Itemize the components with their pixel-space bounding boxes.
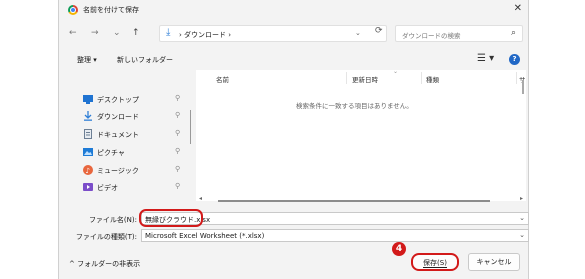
column-header-type[interactable]: 種類: [426, 74, 439, 84]
refresh-icon[interactable]: ⟳: [375, 26, 383, 36]
scroll-left-arrow-icon[interactable]: ◂: [199, 195, 202, 202]
dialog-footer: ^ フォルダーの非表示 保存(S) キャンセル: [59, 248, 528, 279]
desktop-icon: [83, 94, 93, 104]
column-divider[interactable]: [421, 72, 422, 84]
save-as-dialog: 名前を付けて保存 ✕ ← → ⌄ ↑ ⤓ › ダウンロード › ⌄ ⟳ ダウンロ…: [58, 0, 529, 279]
pane-splitter[interactable]: [190, 110, 191, 144]
back-arrow-icon[interactable]: ←: [69, 28, 77, 38]
new-folder-button[interactable]: 新しいフォルダー: [117, 55, 173, 65]
close-icon[interactable]: ✕: [514, 3, 522, 14]
sidebar-item-label: ピクチャ: [97, 149, 125, 157]
filetype-row: ファイルの種類(T): Microsoft Excel Worksheet (*…: [59, 229, 529, 243]
cancel-button[interactable]: キャンセル: [468, 253, 520, 271]
navigation-pane: デスクトップ ⚲ ダウンロード ⚲ ドキュメント ⚲ ピクチャ ⚲ ♪ ミュージ…: [59, 70, 193, 202]
pin-icon: ⚲: [175, 147, 181, 155]
breadcrumb-separator-end: ›: [228, 31, 232, 39]
pin-icon: ⚲: [175, 129, 181, 137]
organize-button[interactable]: 整理 ▾: [77, 55, 97, 65]
sidebar-item-downloads[interactable]: ダウンロード ⚲: [83, 110, 188, 124]
up-arrow-icon[interactable]: ↑: [132, 28, 140, 38]
sidebar-item-label: デスクトップ: [97, 96, 139, 104]
sidebar-item-label: ミュージック: [97, 167, 139, 175]
pin-icon: ⚲: [175, 94, 181, 102]
sidebar-item-desktop[interactable]: デスクトップ ⚲: [83, 93, 188, 107]
pin-icon: ⚲: [175, 182, 181, 190]
sidebar-item-music[interactable]: ♪ ミュージック ⚲: [83, 164, 188, 178]
search-icon: ⌕: [510, 28, 516, 38]
hide-folders-toggle[interactable]: ^ フォルダーの非表示: [69, 259, 140, 269]
download-icon: [83, 111, 93, 121]
forward-arrow-icon[interactable]: →: [91, 28, 99, 38]
filename-row: ファイル名(N): 無縁びクラウド.xlsx ⌄: [59, 209, 529, 227]
breadcrumb-separator: ›: [179, 31, 182, 39]
recent-locations-chevron-icon[interactable]: ⌄: [113, 28, 121, 38]
horizontal-scrollbar[interactable]: [218, 200, 490, 202]
scroll-right-arrow-icon[interactable]: ▸: [520, 195, 523, 202]
filename-dropdown-chevron-icon[interactable]: ⌄: [519, 214, 525, 222]
sidebar-item-documents[interactable]: ドキュメント ⚲: [83, 128, 188, 142]
sidebar-item-pictures[interactable]: ピクチャ ⚲: [83, 146, 188, 160]
column-header-modified[interactable]: 更新日時: [352, 74, 378, 84]
search-box[interactable]: ダウンロードの検索 ⌕: [395, 25, 523, 42]
column-divider[interactable]: [346, 72, 347, 84]
breadcrumb[interactable]: › ダウンロード ›: [179, 30, 231, 40]
address-bar[interactable]: ⤓ › ダウンロード ›: [159, 25, 387, 42]
pictures-icon: [83, 147, 93, 157]
save-button[interactable]: 保存(S): [411, 253, 459, 271]
address-row: ← → ⌄ ↑ ⤓ › ダウンロード › ⌄ ⟳ ダウンロードの検索 ⌕: [59, 22, 528, 46]
sort-caret-icon: ⌄: [393, 68, 399, 75]
address-dropdown-chevron-icon[interactable]: ⌄: [355, 29, 361, 37]
pin-icon: ⚲: [175, 111, 181, 119]
search-placeholder: ダウンロードの検索: [402, 32, 461, 40]
filename-label: ファイル名(N):: [88, 216, 137, 224]
vertical-scrollbar[interactable]: [522, 80, 524, 94]
pin-icon: ⚲: [175, 165, 181, 173]
file-list[interactable]: 名前 ⌄ 更新日時 種類 サ 検索条件に一致する項目はありません。 ◂ ▸: [196, 68, 526, 202]
download-folder-icon: ⤓: [166, 27, 171, 38]
breadcrumb-downloads[interactable]: ダウンロード: [184, 31, 226, 39]
view-options-icon[interactable]: ☰ ▾: [477, 53, 494, 64]
chrome-app-icon: [68, 5, 78, 15]
sidebar-item-videos[interactable]: ビデオ ⚲: [83, 181, 188, 195]
dialog-title: 名前を付けて保存: [83, 6, 139, 14]
video-icon: [83, 182, 93, 192]
sidebar-item-label: ダウンロード: [97, 113, 139, 121]
svg-text:♪: ♪: [86, 167, 90, 175]
title-bar: 名前を付けて保存 ✕: [59, 0, 528, 20]
help-icon[interactable]: ?: [509, 54, 520, 65]
filetype-label: ファイルの種類(T):: [75, 233, 137, 241]
filetype-value: Microsoft Excel Worksheet (*.xlsx): [145, 232, 265, 240]
sidebar-item-label: ビデオ: [97, 184, 118, 192]
music-icon: ♪: [83, 165, 93, 175]
column-divider[interactable]: [516, 72, 517, 84]
filetype-dropdown-chevron-icon[interactable]: ⌄: [519, 231, 525, 239]
document-icon: [83, 129, 93, 139]
empty-list-message: 検索条件に一致する項目はありません。: [296, 102, 413, 110]
command-bar: 整理 ▾ 新しいフォルダー ☰ ▾ ?: [59, 50, 528, 70]
column-header-name[interactable]: 名前: [216, 74, 229, 84]
sidebar-item-label: ドキュメント: [97, 131, 139, 139]
filetype-select[interactable]: Microsoft Excel Worksheet (*.xlsx) ⌄: [141, 229, 529, 242]
filename-highlight-annotation: [139, 209, 203, 227]
save-button-label: 保存(S): [423, 259, 447, 268]
step-number-badge: 4: [392, 242, 406, 256]
